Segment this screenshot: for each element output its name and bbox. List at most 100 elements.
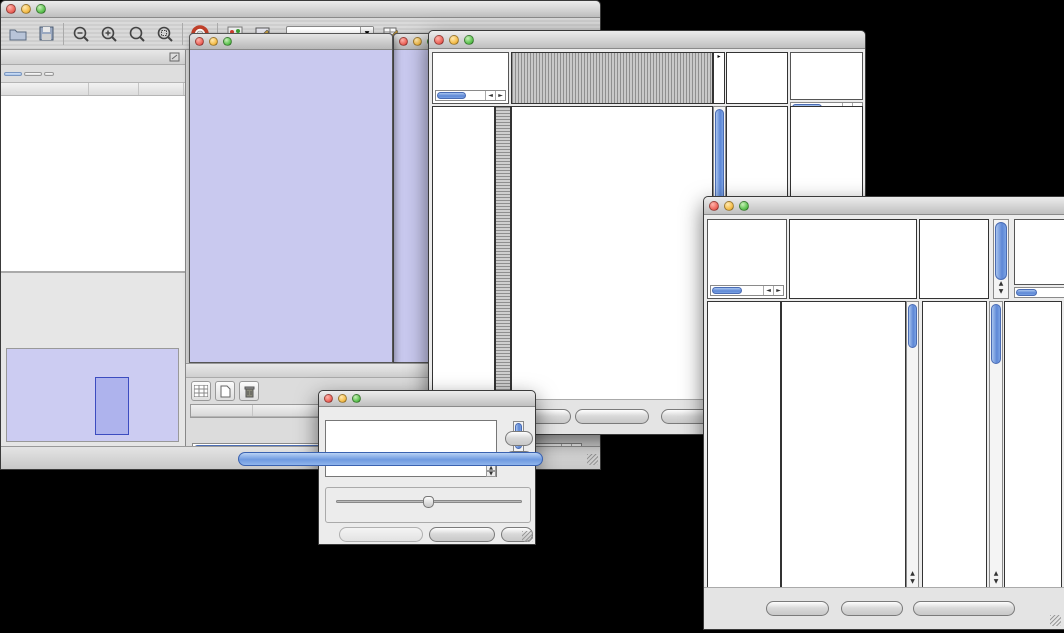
zoom-out-icon[interactable] (70, 23, 92, 45)
control-panel (1, 50, 186, 448)
settings-button[interactable] (766, 601, 829, 616)
minimize-button[interactable] (413, 37, 422, 46)
close-button[interactable] (6, 4, 16, 14)
dense-network-canvas[interactable] (394, 50, 432, 362)
tv1-row-dendrogram[interactable] (432, 106, 495, 401)
minimize-button[interactable] (209, 37, 218, 46)
scroll-left-arrow[interactable]: ◄ (485, 91, 495, 100)
export-graphics-button[interactable] (575, 409, 649, 424)
view-status-scrollbar[interactable]: ◄ ► (435, 90, 506, 101)
animate-vizmap-button[interactable] (339, 527, 423, 542)
network-view-window (189, 33, 393, 363)
col-nodes[interactable] (89, 83, 139, 95)
zoom-button[interactable] (464, 35, 474, 45)
view-status-title (708, 220, 786, 222)
scrollbar-thumb[interactable] (437, 92, 466, 99)
node-attribute-browser-tab[interactable] (238, 452, 543, 466)
zoom-button[interactable] (223, 37, 232, 46)
resize-grip[interactable] (522, 531, 533, 542)
tv2-zoom-scrollbar[interactable]: ▲ ▼ (989, 301, 1003, 589)
tab-vizmapper[interactable] (24, 72, 42, 76)
tab-network[interactable] (4, 72, 22, 76)
move-up-button[interactable] (505, 431, 533, 446)
gene-gene-heatmap-canvas[interactable] (512, 107, 712, 400)
create-vizmap-button[interactable] (429, 527, 495, 542)
scroll-down-arrow[interactable]: ▼ (990, 578, 1002, 587)
expression-heatmap-canvas[interactable] (782, 302, 905, 588)
minimize-button[interactable] (449, 35, 459, 45)
network-list-table (1, 83, 185, 273)
select-attributes-icon[interactable] (191, 381, 211, 401)
tv1-selected-gene-labels (726, 52, 788, 104)
close-button[interactable] (434, 35, 444, 45)
tv2-array-labels (919, 219, 989, 299)
scroll-left-arrow[interactable]: ◄ (763, 286, 773, 295)
zoom-button[interactable] (36, 4, 46, 14)
zoom-button[interactable] (352, 394, 361, 403)
toolbar-separator (63, 23, 64, 45)
tv2-title-bar[interactable] (704, 197, 1064, 215)
close-button[interactable] (399, 37, 408, 46)
zoom-in-icon[interactable] (98, 23, 120, 45)
slider-thumb[interactable] (423, 496, 434, 508)
minimize-button[interactable] (724, 201, 734, 211)
scrollbar-thumb[interactable] (712, 287, 742, 294)
background-network-titlebar[interactable] (394, 34, 432, 50)
tab-overflow-arrow[interactable] (44, 72, 54, 76)
export-graphics-button[interactable] (913, 601, 1015, 616)
network-overview-thumbnail[interactable] (6, 348, 179, 442)
network-view-titlebar[interactable] (190, 34, 392, 50)
col-edges[interactable] (139, 83, 184, 95)
zoom-fit-icon[interactable] (154, 23, 176, 45)
scrollbar-thumb[interactable] (908, 304, 917, 348)
minimize-button[interactable] (21, 4, 31, 14)
animation-speed-slider[interactable] (336, 500, 522, 503)
close-button[interactable] (709, 201, 719, 211)
network-canvas[interactable] (190, 50, 392, 363)
tv2-column-dendrogram[interactable] (789, 219, 917, 299)
close-button[interactable] (195, 37, 204, 46)
zoom-button[interactable] (739, 201, 749, 211)
tv2-usage-hints-scrollbar[interactable] (1014, 287, 1064, 298)
usage-hints-title (1015, 220, 1064, 222)
tv1-column-dendrogram[interactable] (511, 52, 713, 104)
background-network-window[interactable] (393, 33, 433, 363)
map-colors-dialog: ▲ ▼ (318, 390, 536, 545)
open-file-icon[interactable] (7, 23, 29, 45)
tv2-button-bar (704, 587, 1064, 629)
tv2-zoom-panel (922, 301, 987, 589)
scroll-down-arrow[interactable]: ▼ (994, 288, 1008, 297)
resize-grip[interactable] (587, 454, 598, 465)
col-network[interactable] (1, 83, 89, 95)
tv2-gene-name-list (1004, 301, 1062, 589)
main-title-bar[interactable] (1, 1, 600, 18)
col-id[interactable] (191, 405, 253, 416)
scrollbar-thumb[interactable] (1016, 289, 1037, 296)
view-status-scrollbar[interactable]: ◄ ► (710, 285, 784, 296)
heatmap-zoom-canvas[interactable] (923, 302, 986, 588)
tv1-splitter-strip[interactable]: ▸ (713, 52, 725, 104)
close-button[interactable] (324, 394, 333, 403)
scroll-right-arrow[interactable]: ► (773, 286, 783, 295)
delete-attribute-icon[interactable] (239, 381, 259, 401)
save-data-button[interactable] (841, 601, 903, 616)
zoom-selected-icon[interactable] (126, 23, 148, 45)
scroll-down-arrow[interactable]: ▼ (486, 471, 496, 477)
create-attribute-icon[interactable] (215, 381, 235, 401)
scrollbar-thumb[interactable] (991, 304, 1001, 364)
tv1-title-bar[interactable] (429, 31, 865, 49)
save-session-icon[interactable] (35, 23, 57, 45)
network-table-header (1, 83, 185, 96)
resize-grip[interactable] (1050, 615, 1061, 626)
scrollbar-thumb[interactable] (995, 222, 1007, 280)
scroll-right-arrow[interactable]: ► (495, 91, 505, 100)
scroll-down-arrow[interactable]: ▼ (907, 578, 918, 587)
attribute-list[interactable] (325, 420, 497, 477)
tv2-row-dendrogram[interactable] (707, 301, 781, 589)
minimize-button[interactable] (338, 394, 347, 403)
tv2-label-scrollbar[interactable]: ▲ ▼ (993, 219, 1009, 299)
tv2-vscrollbar[interactable]: ▲ ▼ (906, 301, 919, 589)
overview-viewport[interactable] (95, 377, 129, 435)
float-panel-icon[interactable] (169, 51, 181, 62)
dialog-title-bar[interactable] (319, 391, 535, 407)
